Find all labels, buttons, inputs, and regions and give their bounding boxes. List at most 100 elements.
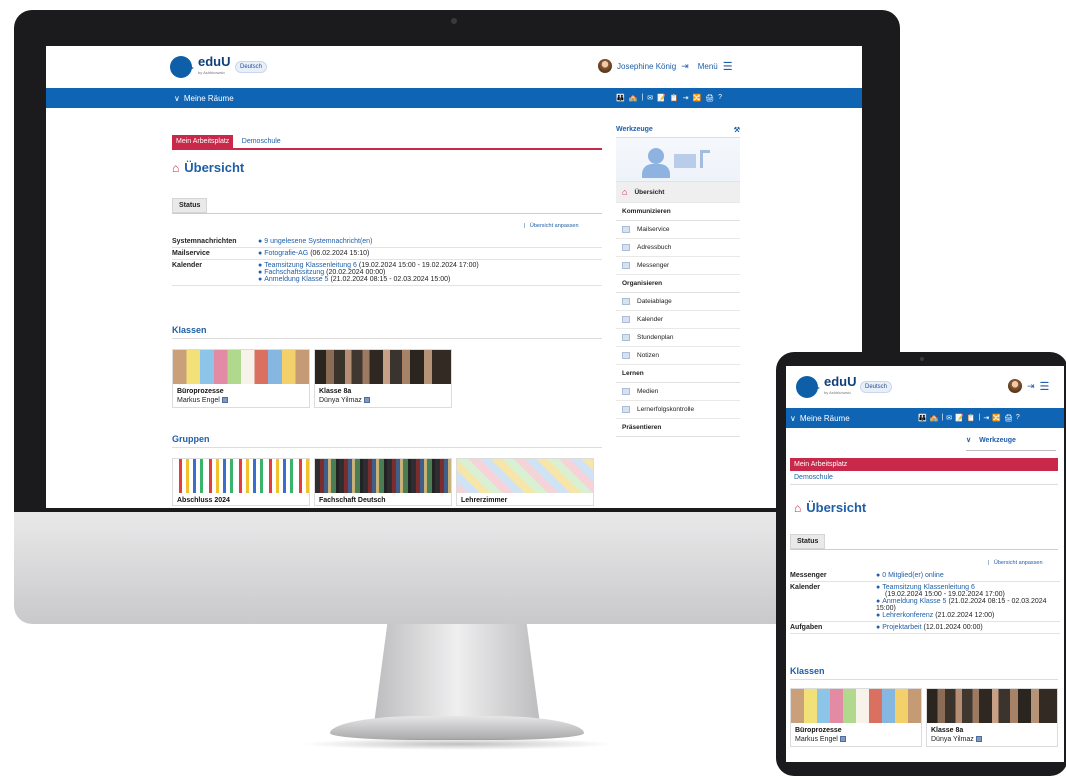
tools-item-label: Notizen <box>637 352 660 359</box>
monitor-shadow <box>300 738 616 750</box>
app-logo[interactable]: eduU by Ashhkowaio <box>170 55 231 78</box>
tablet-toolbar-icon-3[interactable]: ✉ <box>946 414 952 422</box>
language-selector[interactable]: Deutsch <box>235 61 268 73</box>
tablet-hamburger-icon[interactable]: ☰ <box>1040 380 1050 393</box>
tablet-tab-status[interactable]: Status <box>790 534 826 549</box>
tablet-toolbar-icon-10[interactable]: ? <box>1016 414 1020 422</box>
tablet-status-link[interactable]: 0 Mitglied(er) online <box>882 572 943 579</box>
my-rooms-button[interactable]: Meine Räume <box>184 94 234 103</box>
chevron-down-icon[interactable]: ∨ <box>174 94 180 103</box>
tablet-status-link[interactable]: Teamsitzung Klassenleitung 6 <box>882 584 975 591</box>
desktop-toolbar-icon-8[interactable]: 🖨 <box>705 94 714 102</box>
tablet-status-link[interactable]: Anmeldung Klasse 5 <box>882 598 946 605</box>
room-card-title: Lehrerzimmer <box>461 497 508 504</box>
tools-item[interactable]: Kalender <box>616 311 740 329</box>
tablet-status-entry: ● 0 Mitglied(er) online <box>876 572 1056 579</box>
tab-demoschule[interactable]: Demoschule <box>238 135 285 148</box>
tools-item[interactable]: Notizen <box>616 347 740 365</box>
tablet-room-card[interactable]: Klasse 8a Dünya Yilmaz <box>926 688 1058 747</box>
tablet-contact-card-icon[interactable] <box>839 736 846 743</box>
room-card[interactable]: Lehrerzimmer <box>456 458 594 506</box>
avatar[interactable] <box>598 59 612 73</box>
tablet-bullet-arrow-icon: ● <box>876 598 881 605</box>
tablet-status-key: Kalender <box>790 581 876 622</box>
tablet-app-logo[interactable]: eduU by Ashhkowaio <box>796 375 857 398</box>
tools-item[interactable]: Medien <box>616 383 740 401</box>
room-card[interactable]: Büroprozesse Markus Engel <box>172 349 310 408</box>
tablet-toolbar-icon-8[interactable]: 🔀 <box>992 414 1001 422</box>
status-link[interactable]: Fachschaftssitzung <box>264 269 324 276</box>
room-card[interactable]: Fachschaft Deutsch <box>314 458 452 506</box>
tools-item[interactable]: ⌂ Übersicht <box>616 182 740 203</box>
tools-group-label: Organisieren <box>616 275 740 293</box>
tablet-chevron-down-icon[interactable]: ∨ <box>790 414 796 423</box>
page-title: ⌂ Übersicht <box>172 160 244 175</box>
status-detail: (06.02.2024 15:10) <box>310 250 370 257</box>
status-link[interactable]: Fotografie-AG <box>264 250 308 257</box>
tools-item-icon <box>622 352 630 359</box>
tools-pin-icon[interactable]: ⚒ <box>734 126 740 134</box>
hamburger-icon[interactable]: ☰ <box>723 60 733 73</box>
tablet-logout-icon[interactable]: ⇥ <box>1027 381 1035 392</box>
tablet-toolbar-icon-4[interactable]: 📝 <box>955 414 964 422</box>
logout-icon[interactable]: ⇥ <box>681 61 689 72</box>
tablet-status-link[interactable]: Projektarbeit <box>882 624 921 631</box>
desktop-toolbar-icon-4[interactable]: 📝 <box>657 94 666 102</box>
desktop-toolbar-icon-1[interactable]: 🏫 <box>629 94 638 102</box>
desktop-toolbar-icon-6[interactable]: ⇥ <box>683 94 689 102</box>
tablet-toolbar-icon-9[interactable]: 🖨 <box>1004 414 1013 422</box>
tablet-customize-overview-link[interactable]: | Übersicht anpassen <box>988 551 1043 569</box>
tablet-toolbar-icon-1[interactable]: 🏫 <box>930 414 939 422</box>
tools-item[interactable]: Stundenplan <box>616 329 740 347</box>
tools-item[interactable]: Adressbuch <box>616 239 740 257</box>
tablet-contact-card-icon[interactable] <box>975 736 982 743</box>
desktop-toolbar-icon-5[interactable]: 📋 <box>670 94 679 102</box>
room-card[interactable]: Klasse 8a Dünya Yilmaz <box>314 349 452 408</box>
tablet-toolbar-icon-0[interactable]: 👪 <box>918 414 927 422</box>
room-tabs: Mein Arbeitsplatz Demoschule <box>172 130 602 150</box>
tablet-room-card-image <box>927 689 1057 723</box>
room-card[interactable]: Abschluss 2024 <box>172 458 310 506</box>
logo-bird-icon <box>170 56 194 78</box>
tablet-status-entry: ● Projektarbeit (12.01.2024 00:00) <box>876 624 1056 631</box>
tablet-my-rooms-button[interactable]: Meine Räume <box>800 414 850 423</box>
status-link[interactable]: Anmeldung Klasse 5 <box>264 276 328 283</box>
desktop-toolbar-icon-9[interactable]: ? <box>718 94 722 102</box>
tools-item-label: Übersicht <box>634 188 665 196</box>
tablet-toolbar-icon-5[interactable]: 📋 <box>967 414 976 422</box>
status-link[interactable]: 9 ungelesene Systemnachricht(en) <box>264 238 372 245</box>
tablet-language-selector[interactable]: Deutsch <box>860 381 893 393</box>
tablet-toolbar-icon-7[interactable]: ⇥ <box>983 414 989 422</box>
desktop-toolbar-icon-7[interactable]: 🔀 <box>692 94 701 102</box>
contact-card-icon[interactable] <box>221 397 228 404</box>
tablet-room-card[interactable]: Büroprozesse Markus Engel <box>790 688 922 747</box>
tablet-toolbar-icon-6: | <box>978 414 981 421</box>
customize-overview-link[interactable]: | Übersicht anpassen <box>524 214 579 232</box>
status-link[interactable]: Teamsitzung Klassenleitung 6 <box>264 262 357 269</box>
tools-item-icon <box>622 226 630 233</box>
tablet-room-tabs: Mein Arbeitsplatz Demoschule <box>790 458 1058 485</box>
room-card-teacher: Markus Engel <box>177 397 220 404</box>
tools-item[interactable]: Messenger <box>616 257 740 275</box>
tablet-home-icon: ⌂ <box>794 500 802 515</box>
status-entry: ● Fachschaftssitzung (20.02.2024 00:00) <box>258 269 598 276</box>
tab-mein-arbeitsplatz[interactable]: Mein Arbeitsplatz <box>172 135 234 148</box>
section-gruppen: Gruppen <box>172 434 602 448</box>
monitor-stand-neck <box>374 624 540 724</box>
tab-status[interactable]: Status <box>172 198 208 213</box>
desktop-toolbar-icon-0[interactable]: 👪 <box>616 94 625 102</box>
tablet-status-link[interactable]: Lehrerkonferenz <box>882 612 933 619</box>
tools-item[interactable]: Lernerfolgskontrolle <box>616 401 740 419</box>
tablet-tab-mein-arbeitsplatz[interactable]: Mein Arbeitsplatz <box>790 458 1058 471</box>
tablet-avatar[interactable] <box>1008 379 1022 393</box>
tablet-tools-toggle[interactable]: ∨ Werkzeuge <box>966 436 1016 444</box>
tools-item[interactable]: Dateiablage <box>616 293 740 311</box>
bullet-arrow-icon: ● <box>258 262 263 269</box>
tablet-tab-demoschule[interactable]: Demoschule <box>790 471 1058 485</box>
menu-label[interactable]: Menü <box>698 62 718 71</box>
desktop-toolbar-icon-3[interactable]: ✉ <box>647 94 653 102</box>
status-detail: (21.02.2024 08:15 - 02.03.2024 15:00) <box>330 276 451 283</box>
user-name[interactable]: Josephine König <box>617 62 676 71</box>
contact-card-icon[interactable] <box>363 397 370 404</box>
tools-item[interactable]: Mailservice <box>616 221 740 239</box>
